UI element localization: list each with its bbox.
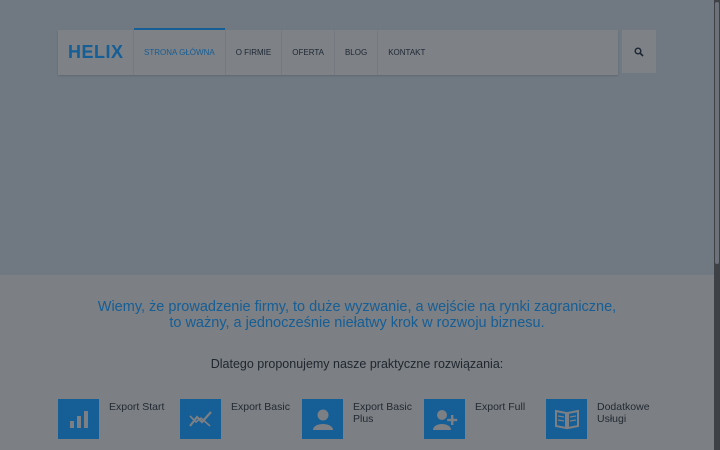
service-export-basic[interactable]: Export Basic	[180, 399, 300, 444]
service-export-full[interactable]: Export Full	[424, 399, 544, 444]
intro-section: Wiemy, że prowadzenie firmy, to duże wyz…	[0, 275, 714, 450]
service-label: Dodatkowe Usługi	[597, 401, 650, 425]
book-icon	[546, 399, 587, 439]
search-button[interactable]	[622, 30, 656, 73]
service-export-start[interactable]: Export Start	[58, 399, 178, 444]
scrollbar-thumb[interactable]	[715, 2, 719, 264]
main-navbar: HELIX STRONA GŁÓWNA O FIRMIE OFERTA BLOG…	[58, 28, 618, 75]
user-icon	[302, 399, 343, 439]
bar-chart-icon	[58, 399, 99, 439]
service-export-basic-plus[interactable]: Export Basic Plus	[302, 399, 422, 444]
nav-item-contact[interactable]: KONTAKT	[377, 30, 435, 75]
line-chart-icon	[180, 399, 221, 439]
intro-subline: Dlatego proponujemy nasze praktyczne roz…	[210, 357, 504, 371]
intro-headline: Wiemy, że prowadzenie firmy, to duże wyz…	[0, 299, 714, 331]
service-label: Export Basic	[231, 401, 290, 413]
headline-line-1: Wiemy, że prowadzenie firmy, to duże wyz…	[97, 299, 617, 315]
nav-item-home[interactable]: STRONA GŁÓWNA	[133, 28, 225, 75]
user-plus-icon	[424, 399, 465, 439]
service-additional[interactable]: Dodatkowe Usługi	[546, 399, 666, 444]
search-icon	[634, 47, 644, 57]
site-logo[interactable]: HELIX	[68, 30, 124, 75]
nav-menu: STRONA GŁÓWNA O FIRMIE OFERTA BLOG KONTA…	[133, 28, 435, 75]
nav-item-blog[interactable]: BLOG	[333, 30, 377, 75]
service-label: Export Full	[475, 401, 526, 413]
nav-item-offer[interactable]: OFERTA	[281, 30, 334, 75]
page-scrollbar[interactable]	[714, 0, 720, 450]
service-label: Export Start	[109, 401, 165, 413]
service-label: Export Basic Plus	[353, 401, 412, 425]
headline-line-2: to ważny, a jednocześnie niełatwy krok w…	[169, 315, 545, 331]
nav-item-about[interactable]: O FIRMIE	[224, 30, 282, 75]
